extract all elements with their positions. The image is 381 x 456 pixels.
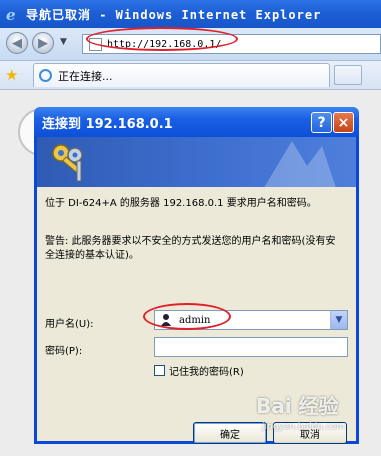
help-button[interactable]: ? xyxy=(311,112,332,133)
username-annotation-circle xyxy=(143,303,231,330)
tabs-bar: ★ 正在连接... xyxy=(0,61,381,90)
window-title: 导航已取消 - Windows Internet Explorer xyxy=(26,7,322,22)
favorites-star-icon[interactable]: ★ xyxy=(5,66,18,84)
tab-label: 正在连接... xyxy=(58,69,113,83)
watermark-site: jingyan.baidu.com xyxy=(262,422,346,432)
arrow-right-icon: ▶ xyxy=(38,35,48,51)
remember-label: 记住我的密码(R) xyxy=(169,367,244,378)
checkbox-box[interactable] xyxy=(154,365,165,376)
url-annotation-circle xyxy=(86,27,238,51)
chevron-down-icon[interactable]: ▼ xyxy=(330,311,347,329)
loading-icon xyxy=(39,69,52,82)
new-tab-button[interactable] xyxy=(334,65,362,85)
remember-password-checkbox[interactable]: 记住我的密码(R) xyxy=(154,363,244,378)
forward-button[interactable]: ▶ xyxy=(32,32,54,54)
server-message: 位于 DI-624+A 的服务器 192.168.0.1 要求用户名和密码。 xyxy=(45,198,317,209)
ie-logo-icon: e xyxy=(6,6,16,22)
question-icon: ? xyxy=(317,114,326,131)
arrow-left-icon: ◀ xyxy=(12,35,22,51)
password-field[interactable] xyxy=(154,337,348,357)
dialog-banner xyxy=(37,137,356,187)
ie-title-bar: e 导航已取消 - Windows Internet Explorer xyxy=(0,0,381,28)
password-label: 密码(P): xyxy=(45,346,83,357)
baidu-watermark: Bai 经验 jingyan.baidu.com xyxy=(256,390,376,450)
warning-message: 警告: 此服务器要求以不安全的方式发送您的用户名和密码(没有安全连接的基本认证)… xyxy=(45,236,336,261)
tab-current[interactable]: 正在连接... xyxy=(33,63,330,87)
banner-watermark-icon xyxy=(264,141,336,187)
dialog-title: 连接到 192.168.0.1 xyxy=(42,116,173,132)
keys-icon xyxy=(52,144,83,182)
close-button[interactable]: × xyxy=(333,112,354,133)
watermark-brand: Bai 经验 xyxy=(256,394,339,418)
history-dropdown-icon[interactable]: ▼ xyxy=(60,37,69,47)
back-button[interactable]: ◀ xyxy=(6,32,28,54)
close-icon: × xyxy=(337,114,350,131)
username-label: 用户名(U): xyxy=(45,319,94,330)
svg-text:e: e xyxy=(6,6,16,22)
